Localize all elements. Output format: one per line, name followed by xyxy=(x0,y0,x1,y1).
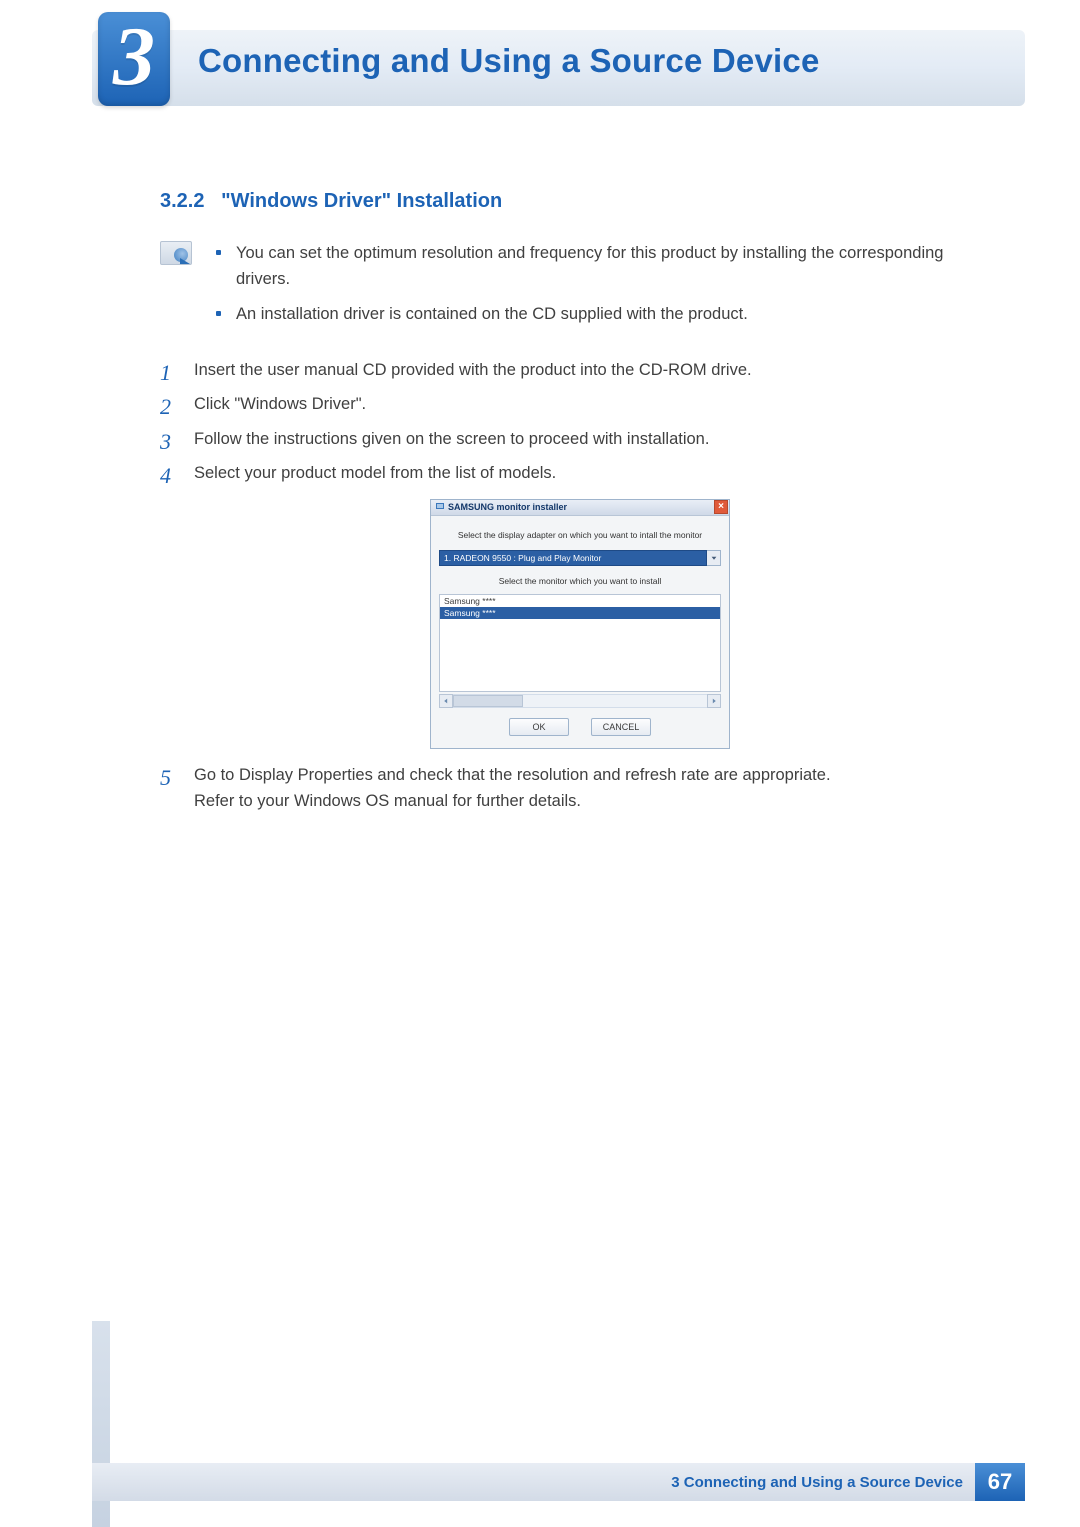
section-number: 3.2.2 xyxy=(160,190,204,212)
step-number: 2 xyxy=(160,390,171,424)
note-bullets: You can set the optimum resolution and f… xyxy=(210,241,1000,338)
chapter-badge: 3 xyxy=(98,12,170,106)
step-number: 3 xyxy=(160,425,171,459)
note-icon xyxy=(160,241,192,265)
step-text: Insert the user manual CD provided with … xyxy=(194,361,752,379)
note-bullet: An installation driver is contained on t… xyxy=(236,302,1000,328)
page-number: 67 xyxy=(988,1469,1012,1495)
dialog-title: SAMSUNG monitor installer xyxy=(435,502,567,512)
dialog-title-text: SAMSUNG monitor installer xyxy=(448,502,567,512)
step-text: Refer to your Windows OS manual for furt… xyxy=(194,792,581,810)
chapter-number: 3 xyxy=(113,15,155,99)
scroll-track[interactable] xyxy=(453,694,707,708)
close-button[interactable]: × xyxy=(714,500,728,514)
list-item[interactable]: Samsung **** xyxy=(440,595,720,607)
adapter-selected: 1. RADEON 9550 : Plug and Play Monitor xyxy=(439,550,707,566)
dialog-titlebar: SAMSUNG monitor installer × xyxy=(431,500,729,516)
step-item: 3 Follow the instructions given on the s… xyxy=(160,427,1000,453)
dialog-instruction: Select the display adapter on which you … xyxy=(439,524,721,550)
step-text: Follow the instructions given on the scr… xyxy=(194,430,709,448)
dialog-screenshot: SAMSUNG monitor installer × Select the d… xyxy=(430,499,730,749)
dialog-body: Select the display adapter on which you … xyxy=(431,516,729,748)
step-item: 4 Select your product model from the lis… xyxy=(160,461,1000,487)
step-number: 4 xyxy=(160,459,171,493)
chevron-down-icon xyxy=(711,555,717,561)
body: 3.2.2 "Windows Driver" Installation You … xyxy=(160,190,1000,823)
step-item: 2 Click "Windows Driver". xyxy=(160,392,1000,418)
scroll-left-button[interactable] xyxy=(439,694,453,708)
monitor-list[interactable]: Samsung **** Samsung **** xyxy=(439,594,721,692)
page-number-badge: 67 xyxy=(975,1463,1025,1501)
chevron-right-icon xyxy=(711,698,717,704)
chevron-left-icon xyxy=(443,698,449,704)
steps-list-cont: 5 Go to Display Properties and check tha… xyxy=(160,763,1000,814)
chapter-title: Connecting and Using a Source Device xyxy=(198,42,820,80)
step-number: 1 xyxy=(160,356,171,390)
step-text: Go to Display Properties and check that … xyxy=(194,766,831,784)
footer-label: 3 Connecting and Using a Source Device xyxy=(671,1474,963,1491)
steps-list: 1 Insert the user manual CD provided wit… xyxy=(160,358,1000,487)
step-text: Click "Windows Driver". xyxy=(194,395,366,413)
dialog-instruction2: Select the monitor which you want to ins… xyxy=(439,572,721,594)
note-block: You can set the optimum resolution and f… xyxy=(160,241,1000,338)
footer-band: 3 Connecting and Using a Source Device 6… xyxy=(92,1463,1025,1501)
step-item: 5 Go to Display Properties and check tha… xyxy=(160,763,1000,814)
ok-button[interactable]: OK xyxy=(509,718,569,736)
scroll-thumb[interactable] xyxy=(453,695,523,707)
adapter-select[interactable]: 1. RADEON 9550 : Plug and Play Monitor xyxy=(439,550,721,566)
page: 3 Connecting and Using a Source Device 3… xyxy=(0,0,1080,1527)
step-text: Select your product model from the list … xyxy=(194,464,556,482)
section-heading: "Windows Driver" Installation xyxy=(221,190,502,212)
section-title: 3.2.2 "Windows Driver" Installation xyxy=(160,190,1000,213)
step-number: 5 xyxy=(160,761,171,795)
list-item-selected[interactable]: Samsung **** xyxy=(440,607,720,619)
scroll-right-button[interactable] xyxy=(707,694,721,708)
dropdown-button[interactable] xyxy=(707,550,721,566)
app-icon xyxy=(435,502,445,512)
cancel-button[interactable]: CANCEL xyxy=(591,718,651,736)
step-item: 1 Insert the user manual CD provided wit… xyxy=(160,358,1000,384)
horizontal-scrollbar[interactable] xyxy=(439,694,721,708)
installer-dialog: SAMSUNG monitor installer × Select the d… xyxy=(430,499,730,749)
note-bullet: You can set the optimum resolution and f… xyxy=(236,241,1000,292)
dialog-buttons: OK CANCEL xyxy=(439,708,721,740)
